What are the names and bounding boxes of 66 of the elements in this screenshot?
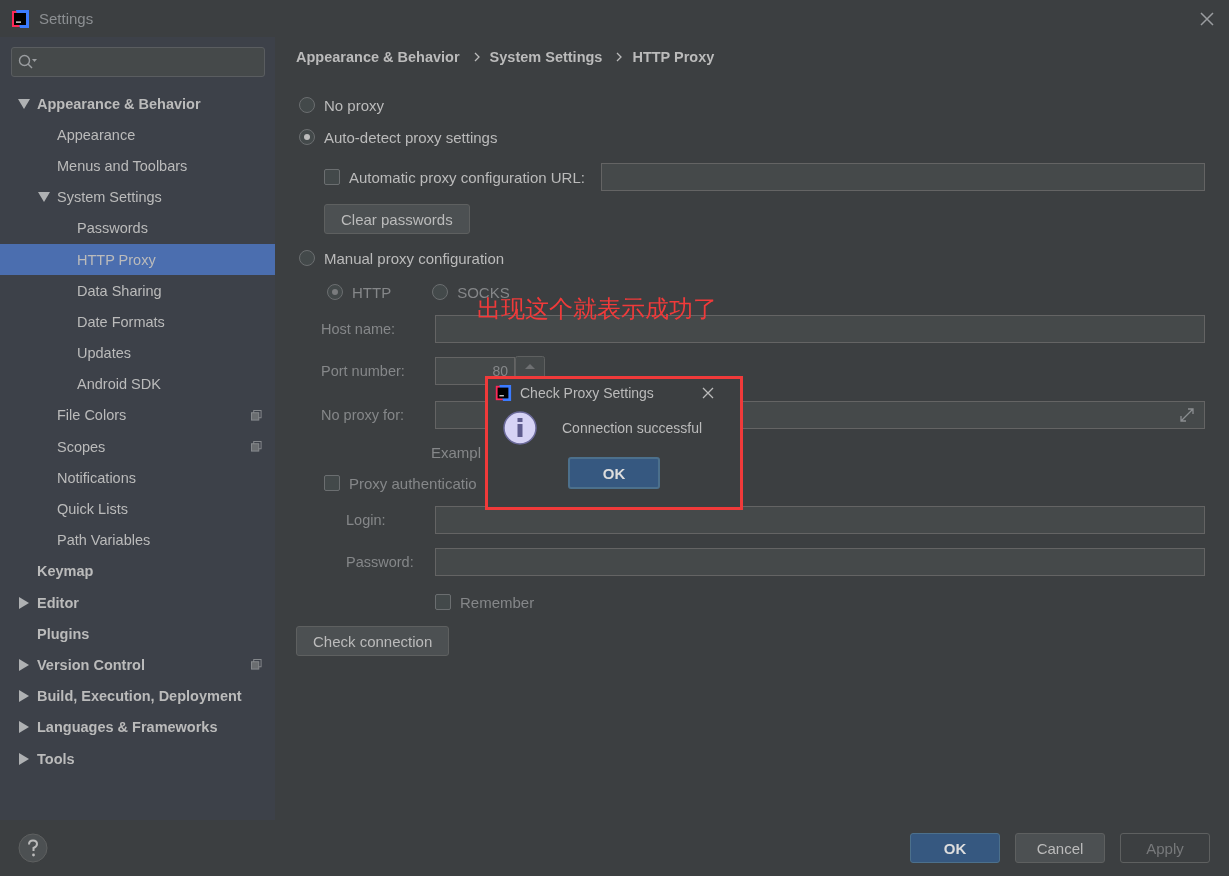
chevron-right-icon	[473, 52, 480, 62]
collapsed-arrow-icon[interactable]	[18, 752, 30, 765]
tree-item[interactable]: Build, Execution, Deployment	[0, 680, 275, 712]
tree-item[interactable]: Notifications	[0, 462, 275, 494]
breadcrumb-item[interactable]: HTTP Proxy	[632, 49, 715, 65]
radio-button[interactable]	[299, 97, 315, 113]
collapsed-arrow-icon[interactable]	[18, 658, 30, 671]
help-button[interactable]	[18, 833, 48, 863]
radio-label[interactable]: Auto-detect proxy settings	[324, 128, 498, 146]
tree-item[interactable]: Data Sharing	[0, 275, 275, 307]
field-label: Host name:	[321, 321, 397, 337]
radio-label[interactable]: No proxy	[324, 96, 385, 114]
app-logo-icon	[10, 8, 30, 29]
collapsed-arrow-icon[interactable]	[18, 690, 30, 703]
app-logo-icon	[494, 384, 512, 402]
breadcrumb-item[interactable]: System Settings	[489, 49, 603, 65]
info-icon	[502, 410, 538, 446]
expanded-arrow-icon[interactable]	[18, 97, 30, 110]
tree-item[interactable]: Appearance & Behavior	[0, 88, 275, 120]
search-icon	[18, 54, 38, 70]
field-label: Login:	[346, 512, 387, 528]
example-text: Exampl	[431, 443, 482, 461]
dialog-button[interactable]: Cancel	[1015, 833, 1105, 863]
tree-item[interactable]: Version Control	[0, 649, 275, 681]
tree-item[interactable]: Keymap	[0, 555, 275, 587]
chevron-right-icon	[616, 52, 623, 62]
tree-item[interactable]: Passwords	[0, 212, 275, 244]
help-icon	[18, 833, 48, 863]
breadcrumb-item[interactable]: Appearance & Behavior	[296, 49, 460, 65]
close-icon[interactable]	[702, 387, 714, 399]
close-icon[interactable]	[1200, 11, 1214, 26]
annotation-text: 出现这个就表示成功了	[477, 297, 717, 321]
ok-button[interactable]: OK	[568, 457, 660, 489]
tree-item[interactable]: Editor	[0, 587, 275, 619]
radio-label[interactable]: Manual proxy configuration	[324, 249, 505, 267]
tree-item[interactable]: Languages & Frameworks	[0, 711, 275, 743]
collapsed-arrow-icon[interactable]	[18, 721, 30, 734]
checkbox[interactable]	[324, 169, 340, 185]
dialog-title: Check Proxy Settings	[520, 385, 655, 401]
url-input-field[interactable]	[600, 163, 1205, 191]
field-label: No proxy for:	[321, 407, 405, 423]
tree-item[interactable]: System Settings	[0, 181, 275, 213]
tree-item[interactable]: Scopes	[0, 431, 275, 463]
radio-button[interactable]	[299, 250, 315, 266]
clear-passwords-button[interactable]: Clear passwords	[324, 204, 470, 234]
dialog-message: Connection successful	[562, 420, 703, 436]
tree-item[interactable]: Tools	[0, 742, 275, 775]
field-label: Port number:	[321, 363, 406, 379]
window-title: Settings	[39, 10, 95, 27]
tree-item[interactable]: Menus and Toolbars	[0, 150, 275, 182]
radio-button[interactable]	[299, 129, 315, 145]
collapsed-arrow-icon[interactable]	[18, 596, 30, 609]
tree-item[interactable]: File Colors	[0, 399, 275, 432]
dialog-button[interactable]: OK	[910, 833, 1000, 863]
tree-item[interactable]: Path Variables	[0, 524, 275, 556]
tree-item[interactable]: Plugins	[0, 618, 275, 650]
checkbox-label[interactable]: Automatic proxy configuration URL:	[349, 168, 585, 186]
expanded-arrow-icon[interactable]	[38, 191, 50, 204]
tree-item[interactable]: Quick Lists	[0, 493, 275, 525]
tree-item[interactable]: Updates	[0, 337, 275, 369]
field-label: Password:	[346, 554, 415, 570]
tree-item[interactable]: Android SDK	[0, 368, 275, 400]
search-field[interactable]	[11, 47, 265, 77]
tree-item[interactable]: Appearance	[0, 119, 275, 151]
tree-item[interactable]: Date Formats	[0, 306, 275, 338]
check-connection-button[interactable]: Check connection	[296, 626, 450, 656]
